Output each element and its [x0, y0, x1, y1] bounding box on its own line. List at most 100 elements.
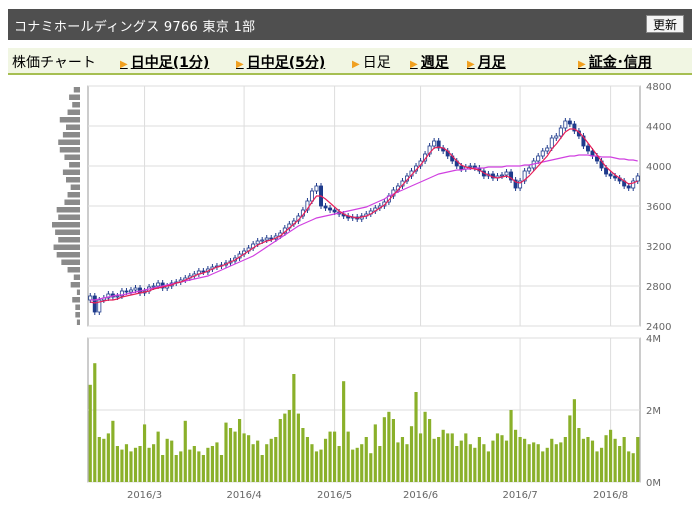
date-tick-label: 2016/4	[227, 490, 262, 501]
volume-bar	[206, 447, 210, 482]
volume-bar	[400, 437, 405, 482]
volume-bar	[346, 431, 350, 482]
volume-bar	[179, 451, 183, 482]
volume-bar	[396, 442, 400, 482]
volume-profile-bar	[73, 87, 80, 93]
volume-bar	[441, 429, 445, 482]
volume-bar	[237, 419, 242, 482]
candle-body	[558, 127, 563, 137]
volume-bar	[513, 429, 518, 482]
volume-bar	[278, 419, 282, 482]
volume-profile-bar	[52, 222, 80, 228]
volume-bar	[459, 440, 463, 482]
volume-bar	[450, 433, 454, 482]
volume-bar	[622, 437, 626, 482]
volume-bar	[599, 447, 604, 482]
volume-bar	[183, 420, 187, 482]
volume-bar	[342, 381, 346, 482]
volume-bar	[581, 438, 586, 482]
volume-profile-bar	[58, 237, 80, 243]
volume-bar	[504, 440, 509, 482]
volume-bar	[106, 433, 110, 482]
volume-bar	[337, 446, 341, 482]
volume-bar	[247, 435, 251, 482]
volume-profile-bar	[59, 147, 80, 153]
volume-bar	[147, 447, 151, 482]
volume-bar	[142, 424, 147, 482]
volume-tick-label: 0M	[646, 478, 661, 489]
volume-bar	[577, 428, 581, 482]
volume-bar	[310, 444, 314, 482]
candle-body	[92, 295, 97, 313]
volume-bar	[437, 437, 441, 482]
volume-bar	[477, 437, 481, 482]
candle-body	[567, 120, 572, 125]
candle-body	[128, 289, 133, 293]
candle-body	[255, 240, 260, 245]
candle-body	[459, 165, 464, 170]
volume-bar	[102, 438, 106, 482]
price-tick-label: 4400	[646, 122, 671, 133]
volume-bar	[355, 447, 359, 482]
candle-body	[432, 140, 437, 147]
volume-bar	[152, 444, 156, 482]
volume-profile-bar	[69, 94, 80, 100]
volume-bar	[233, 431, 237, 482]
volume-bar	[319, 449, 323, 482]
volume-profile-bar	[73, 274, 80, 280]
volume-bar	[568, 415, 572, 482]
volume-profile-bar	[62, 132, 80, 138]
date-tick-label: 2016/8	[593, 490, 628, 501]
candle-body	[124, 290, 129, 293]
volume-bar	[197, 451, 201, 482]
volume-bar	[527, 444, 531, 482]
volume-bar	[305, 437, 310, 482]
volume-bar	[192, 446, 196, 482]
volume-bar	[523, 438, 527, 482]
price-tick-label: 4800	[646, 82, 671, 93]
candle-body	[260, 239, 265, 242]
volume-profile-bar	[75, 312, 80, 318]
volume-bar	[423, 411, 427, 482]
volume-bar	[323, 438, 328, 482]
candle-body	[332, 209, 337, 213]
volume-bar	[328, 431, 332, 482]
volume-bar	[242, 433, 246, 482]
volume-bar	[482, 444, 486, 482]
volume-bar	[613, 438, 617, 482]
volume-tick-label: 4M	[646, 334, 661, 345]
volume-bar	[609, 429, 613, 482]
price-tick-label: 2400	[646, 322, 671, 333]
volume-bar	[93, 363, 97, 482]
volume-bar	[111, 420, 115, 482]
volume-bar	[414, 392, 418, 482]
volume-profile-bar	[75, 304, 80, 310]
volume-bar	[97, 437, 101, 482]
candle-body	[563, 120, 568, 129]
volume-bar	[161, 455, 165, 482]
volume-bar	[604, 435, 608, 482]
volume-bar	[563, 437, 567, 482]
volume-profile-bar	[67, 192, 80, 198]
date-tick-label: 2016/3	[127, 490, 162, 501]
volume-bar	[124, 444, 129, 482]
volume-profile-bar	[64, 199, 80, 205]
volume-bar	[559, 442, 563, 482]
volume-bar	[627, 451, 631, 482]
volume-profile-bar	[53, 244, 80, 250]
volume-bar	[120, 449, 124, 482]
volume-bar	[586, 437, 590, 482]
volume-bar	[554, 444, 558, 482]
volume-bar	[595, 451, 599, 482]
volume-bar	[201, 455, 205, 482]
volume-bar	[409, 426, 414, 482]
volume-bar	[165, 438, 169, 482]
volume-bar	[360, 444, 364, 482]
volume-bar	[251, 444, 255, 482]
candle-body	[328, 207, 333, 211]
volume-bar	[287, 410, 291, 482]
volume-profile-bar	[62, 169, 80, 175]
volume-bar	[283, 413, 287, 482]
candle-body	[545, 147, 550, 152]
price-tick-label: 2800	[646, 282, 671, 293]
